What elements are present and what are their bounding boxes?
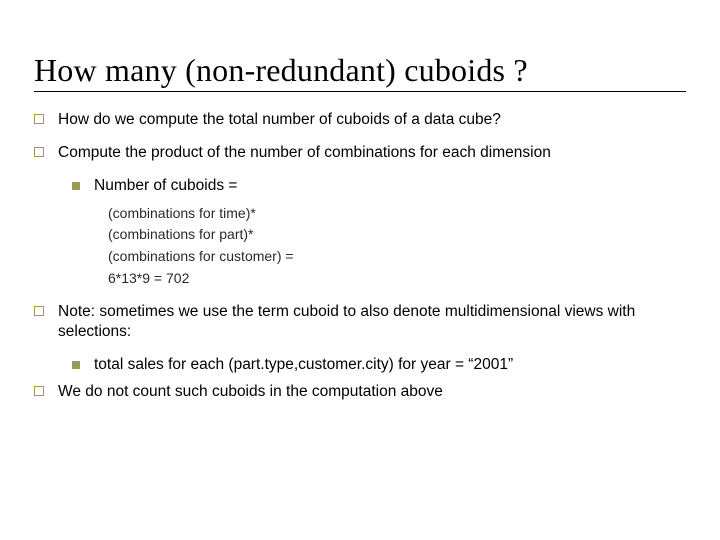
square-outline-icon <box>34 114 44 124</box>
bullet-level2: Number of cuboids = <box>72 176 686 197</box>
bullet-level1: We do not count such cuboids in the comp… <box>34 382 686 403</box>
bullet-level1: How do we compute the total number of cu… <box>34 110 686 131</box>
bullet-level3: (combinations for time)* <box>108 203 686 225</box>
bullet-level3: 6*13*9 = 702 <box>108 268 686 290</box>
bullet-level3: (combinations for part)* <box>108 224 686 246</box>
bullet-text: We do not count such cuboids in the comp… <box>58 382 686 403</box>
square-outline-icon <box>34 306 44 316</box>
slide-title: How many (non-redundant) cuboids ? <box>34 52 686 92</box>
bullet-text: total sales for each (part.type,customer… <box>94 355 686 376</box>
bullet-level2: total sales for each (part.type,customer… <box>72 355 686 376</box>
square-outline-icon <box>34 386 44 396</box>
bullet-text: Number of cuboids = <box>94 176 686 197</box>
bullet-level1: Compute the product of the number of com… <box>34 143 686 164</box>
bullet-text: How do we compute the total number of cu… <box>58 110 686 131</box>
bullet-level1: Note: sometimes we use the term cuboid t… <box>34 302 686 344</box>
square-fill-icon <box>72 361 80 369</box>
bullet-text: Note: sometimes we use the term cuboid t… <box>58 302 686 344</box>
square-fill-icon <box>72 182 80 190</box>
bullet-text: Compute the product of the number of com… <box>58 143 686 164</box>
slide: How many (non-redundant) cuboids ? How d… <box>0 0 720 435</box>
square-outline-icon <box>34 147 44 157</box>
bullet-level3: (combinations for customer) = <box>108 246 686 268</box>
